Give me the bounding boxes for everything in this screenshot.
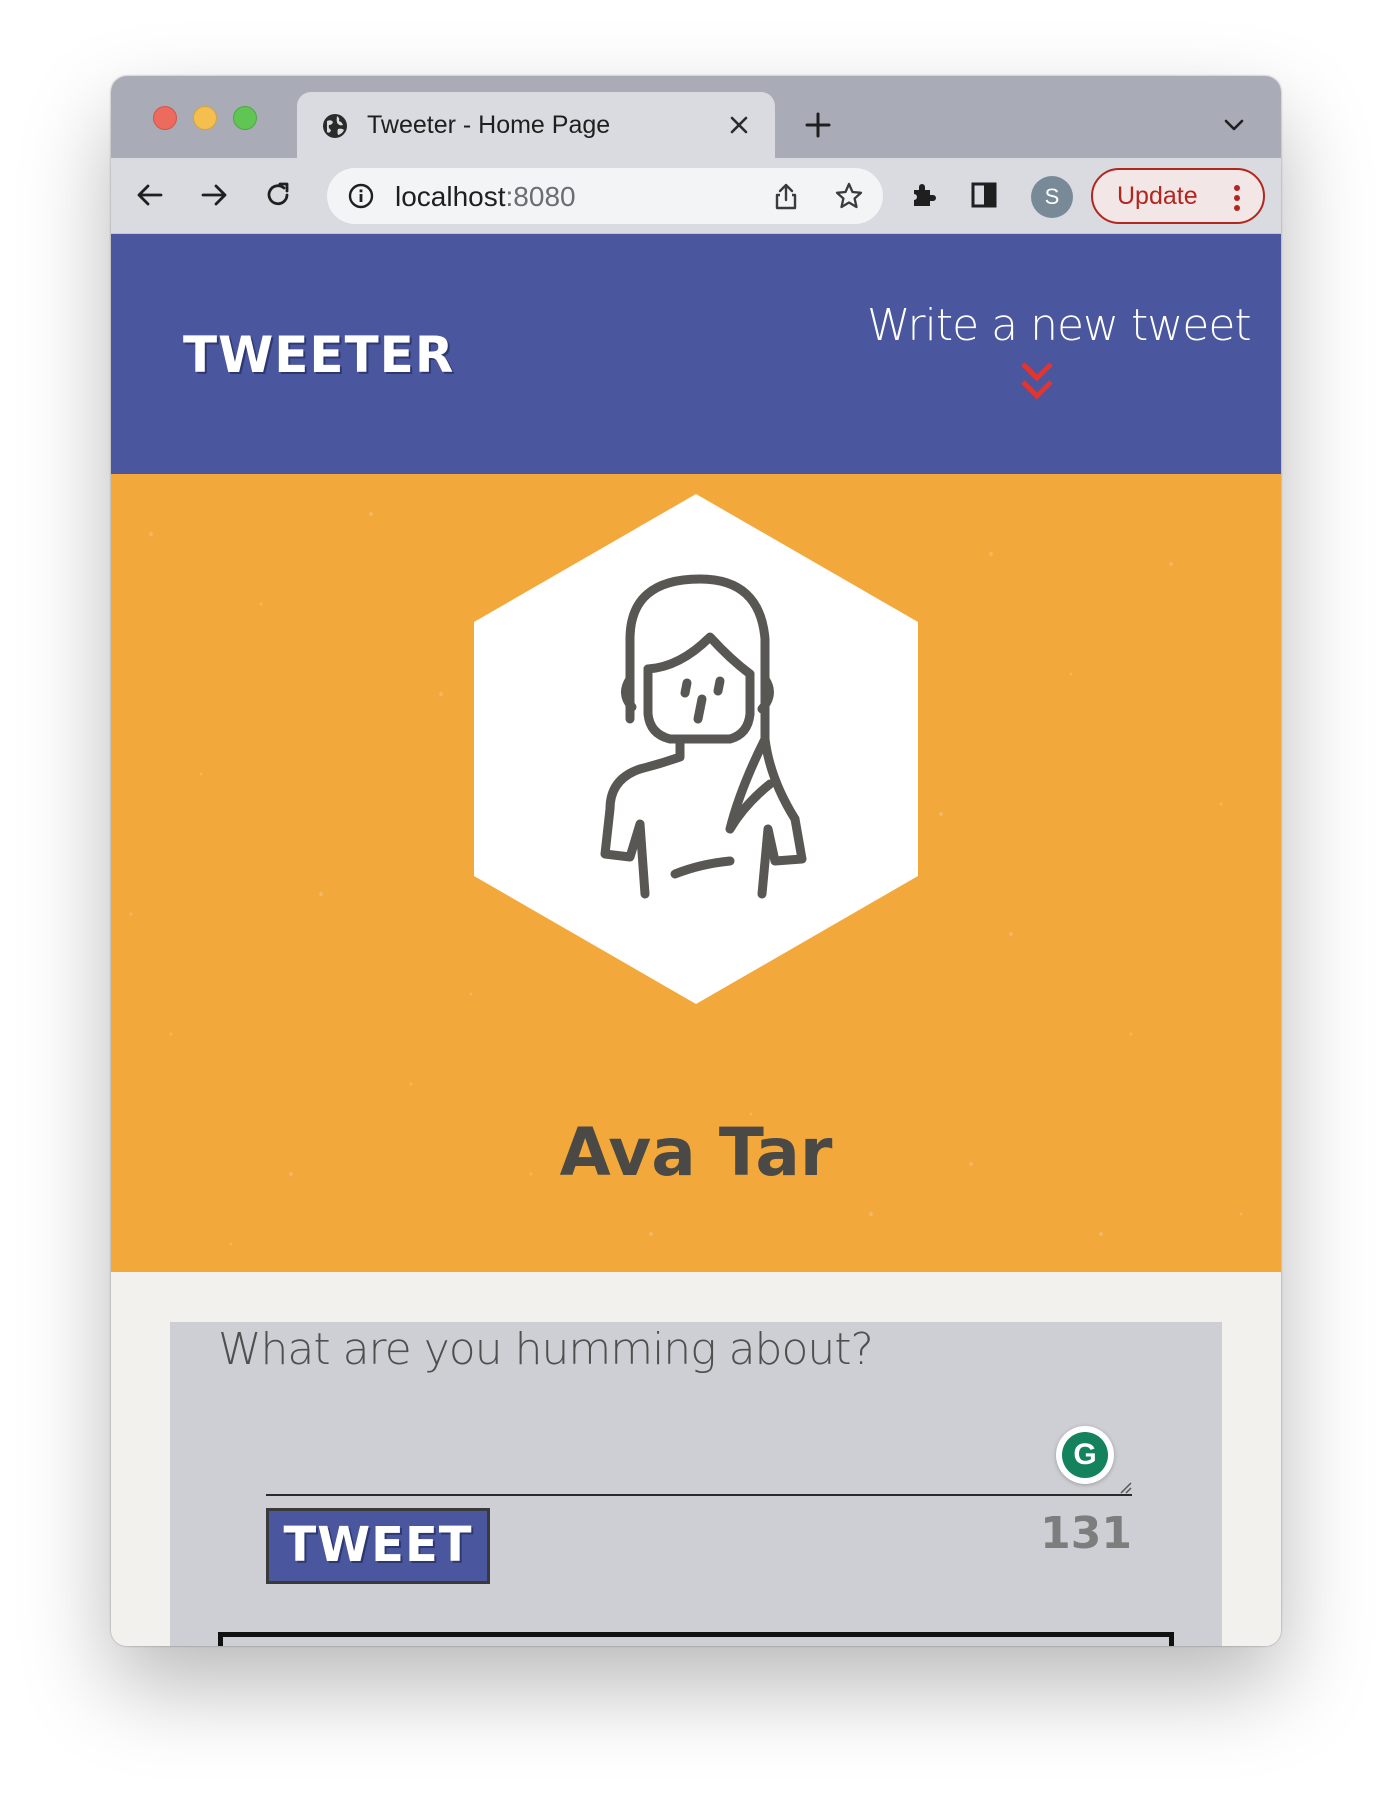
- back-arrow-icon[interactable]: [133, 178, 167, 212]
- tweet-placeholder: What are you humming about?: [218, 1324, 874, 1375]
- url-host: localhost: [395, 181, 506, 212]
- grammarly-button[interactable]: G: [1056, 1426, 1114, 1484]
- double-chevron-down-icon[interactable]: [1017, 360, 1057, 402]
- tab-strip: Tweeter - Home Page: [111, 76, 1281, 158]
- forward-arrow-icon[interactable]: [197, 178, 231, 212]
- resize-handle-icon[interactable]: [1116, 1478, 1132, 1494]
- page-viewport: TWEETER Write a new tweet Ava Tar What a…: [111, 234, 1281, 1646]
- textarea-underline: [266, 1494, 1132, 1496]
- browser-toolbar: localhost:8080 S Update: [111, 158, 1281, 234]
- close-window-button[interactable]: [153, 106, 177, 130]
- grammarly-icon: G: [1062, 1432, 1108, 1478]
- tweet-textarea[interactable]: What are you humming about?: [218, 1322, 1158, 1380]
- star-icon[interactable]: [833, 180, 865, 212]
- maximize-window-button[interactable]: [233, 106, 257, 130]
- side-panel-icon[interactable]: [967, 178, 1001, 212]
- more-vert-icon[interactable]: [1233, 184, 1241, 212]
- tab-home-page[interactable]: Tweeter - Home Page: [297, 92, 775, 158]
- new-tab-icon[interactable]: [803, 110, 833, 140]
- brand-logo[interactable]: TWEETER: [183, 326, 454, 384]
- puzzle-icon[interactable]: [907, 178, 941, 212]
- tweet-submit-button[interactable]: TWEET: [266, 1508, 490, 1584]
- profile-name: Ava Tar: [559, 1114, 833, 1191]
- profile-header: Ava Tar: [111, 474, 1281, 1272]
- update-label: Update: [1117, 182, 1198, 210]
- share-icon[interactable]: [771, 181, 801, 211]
- close-icon[interactable]: [727, 113, 751, 137]
- info-icon[interactable]: [347, 182, 375, 210]
- tab-title: Tweeter - Home Page: [367, 111, 611, 139]
- update-button[interactable]: Update: [1091, 168, 1265, 224]
- chevron-down-icon[interactable]: [1221, 114, 1247, 136]
- globe-icon: [323, 114, 347, 138]
- url-port: :8080: [505, 181, 576, 212]
- minimize-window-button[interactable]: [193, 106, 217, 130]
- url-text: localhost:8080: [395, 181, 576, 213]
- site-nav: TWEETER Write a new tweet: [111, 234, 1281, 474]
- tweet-card: [218, 1632, 1174, 1646]
- address-bar[interactable]: localhost:8080: [327, 168, 883, 224]
- avatar-person-icon: [600, 574, 807, 899]
- write-tweet-link[interactable]: Write a new tweet: [867, 300, 1252, 351]
- character-counter: 131: [1040, 1508, 1132, 1559]
- profile-avatar[interactable]: S: [1031, 176, 1073, 218]
- new-tweet-form: What are you humming about? G TWEET 131: [170, 1322, 1222, 1646]
- reload-icon[interactable]: [261, 178, 295, 212]
- browser-window: Tweeter - Home Page localhost:8080 S Upd…: [111, 76, 1281, 1646]
